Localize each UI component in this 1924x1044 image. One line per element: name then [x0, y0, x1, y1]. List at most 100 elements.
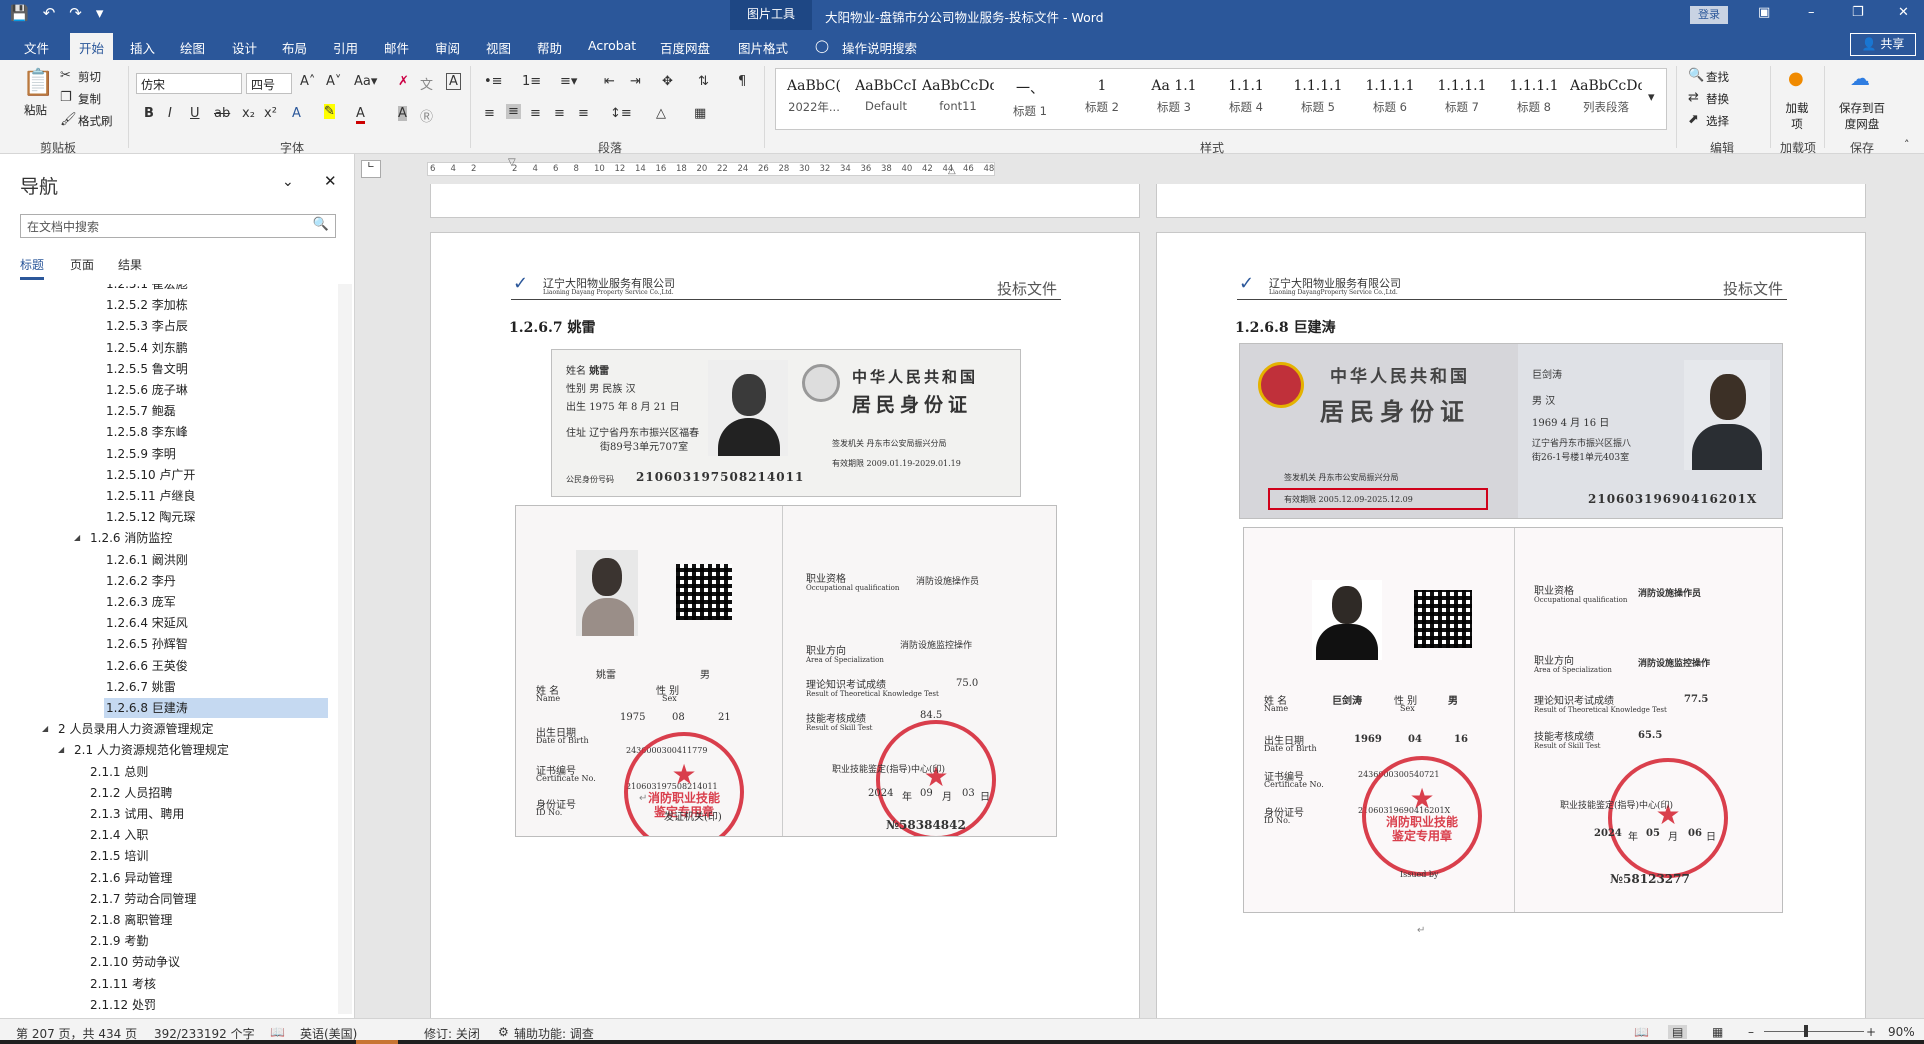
nav-heading-item[interactable]: 2.1 人力资源规范化管理规定: [72, 740, 229, 760]
style-item[interactable]: 1.1.1.1 标题 6: [1354, 69, 1426, 129]
nav-heading-item[interactable]: 2.1.5 培训: [88, 846, 148, 866]
text-effects-icon[interactable]: A: [292, 106, 301, 121]
strikethrough-icon[interactable]: ab: [214, 106, 230, 121]
replace-icon[interactable]: ⇄: [1688, 90, 1699, 105]
tab-mailings[interactable]: 邮件: [384, 38, 409, 57]
nav-heading-item[interactable]: 1.2.6.7 姚雷: [104, 677, 176, 697]
customize-qat-icon[interactable]: ▾: [96, 4, 104, 22]
web-layout-icon[interactable]: ▦: [1712, 1025, 1723, 1039]
proofing-icon[interactable]: 📖: [270, 1025, 285, 1039]
style-item[interactable]: 1.1.1 标题 4: [1210, 69, 1282, 129]
paste-button[interactable]: 粘贴: [24, 102, 47, 118]
collapse-ribbon-icon[interactable]: ˄: [1904, 138, 1910, 151]
undo-icon[interactable]: ↶: [43, 4, 56, 22]
nav-heading-item[interactable]: 1.2.5.11 卢继良: [104, 486, 195, 506]
font-name-combo[interactable]: 仿宋: [136, 73, 242, 94]
nav-heading-item[interactable]: 2.1.4 入职: [88, 825, 148, 845]
zoom-slider[interactable]: [1764, 1031, 1864, 1032]
enclose-char-icon[interactable]: Ⓡ: [420, 106, 433, 125]
collapse-triangle-icon[interactable]: ◢: [58, 745, 64, 754]
cut-icon[interactable]: ✂: [60, 68, 71, 83]
tab-view[interactable]: 视图: [486, 38, 511, 57]
nav-heading-item[interactable]: 2.1.6 异动管理: [88, 868, 172, 888]
zoom-out-icon[interactable]: –: [1748, 1025, 1754, 1039]
nav-heading-item[interactable]: 1.2.5.1 崔宏彪: [104, 284, 188, 294]
tell-me-search[interactable]: 操作说明搜索: [842, 38, 917, 57]
find-button[interactable]: 查找: [1706, 69, 1729, 85]
document-area[interactable]: ✓ 辽宁大阳物业服务有限公司 Liaoning Dayang Property …: [355, 184, 1924, 1018]
chinese-layout-icon[interactable]: ✥: [662, 74, 673, 89]
style-item[interactable]: 1 标题 2: [1066, 69, 1138, 129]
tab-baidu[interactable]: 百度网盘: [660, 38, 710, 57]
nav-scrollbar[interactable]: [338, 284, 352, 1014]
bold-icon[interactable]: B: [144, 106, 154, 121]
paste-icon[interactable]: 📋: [22, 68, 54, 98]
tab-home[interactable]: 开始: [70, 33, 114, 60]
nav-search-input[interactable]: 在文档中搜索 🔍: [20, 214, 336, 238]
nav-heading-item[interactable]: 1.2.5.7 鲍磊: [104, 401, 176, 421]
tab-selector-icon[interactable]: ∟: [361, 160, 381, 178]
nav-heading-item[interactable]: 1.2.5.5 鲁文明: [104, 359, 188, 379]
grow-font-icon[interactable]: A˄: [300, 74, 315, 89]
style-item[interactable]: AaBbCcI Default: [850, 69, 922, 129]
change-case-icon[interactable]: Aa▾: [354, 74, 377, 89]
nav-heading-item[interactable]: 2.1.2 人员招聘: [88, 783, 172, 803]
tab-file[interactable]: 文件: [24, 38, 49, 57]
replace-button[interactable]: 替换: [1706, 91, 1729, 107]
nav-heading-item[interactable]: 1.2.5.3 李占辰: [104, 316, 188, 336]
nav-heading-item[interactable]: 1.2.6.6 王英俊: [104, 656, 188, 676]
restore-icon[interactable]: ❐: [1852, 5, 1864, 20]
nav-heading-item[interactable]: 2.1.9 考勤: [88, 931, 148, 951]
addins-button[interactable]: 加载项: [1782, 100, 1812, 132]
nav-heading-item[interactable]: 2.1.7 劳动合同管理: [88, 889, 196, 909]
nav-heading-item[interactable]: 1.2.6.1 阚洪刚: [104, 550, 188, 570]
print-layout-icon[interactable]: ▤: [1668, 1025, 1688, 1039]
nav-heading-item[interactable]: 1.2.5.6 庞子琳: [104, 380, 188, 400]
tab-references[interactable]: 引用: [333, 38, 358, 57]
numbering-icon[interactable]: 1≡: [522, 74, 541, 89]
id-card-image[interactable]: 中华人民共和国 居民身份证 签发机关 丹东市公安局振兴分局 有效期限 2005.…: [1239, 343, 1783, 519]
horizontal-ruler[interactable]: 6 4 2 2 4 6 8 10 12 14 16 18 20 22 24 26 28 30 32 34 36 38 40 4…: [427, 157, 995, 176]
line-spacing-icon[interactable]: ↕≡: [610, 106, 632, 121]
close-window-icon[interactable]: ✕: [1898, 5, 1909, 20]
increase-indent-icon[interactable]: ⇥: [630, 74, 641, 89]
nav-heading-item[interactable]: 1.2.5.9 李明: [104, 444, 176, 464]
decrease-indent-icon[interactable]: ⇤: [604, 74, 615, 89]
style-item[interactable]: 一、 标题 1: [994, 69, 1066, 129]
nav-heading-item[interactable]: 1.2.5.12 陶元琛: [104, 507, 195, 527]
align-center-icon[interactable]: ≡: [506, 104, 521, 119]
align-left-icon[interactable]: ≡: [484, 106, 495, 121]
redo-icon[interactable]: ↷: [69, 4, 82, 22]
nav-heading-item[interactable]: 1.2.5.8 李东峰: [104, 422, 188, 442]
share-button[interactable]: 👤 共享: [1850, 33, 1916, 56]
nav-heading-item[interactable]: 2.1.1 总则: [88, 762, 148, 782]
superscript-icon[interactable]: x²: [264, 106, 277, 121]
subscript-icon[interactable]: x₂: [242, 106, 255, 121]
accessibility-icon[interactable]: ⚙: [498, 1025, 509, 1039]
nav-options-icon[interactable]: ⌄: [282, 174, 294, 190]
styles-more-icon[interactable]: ▾: [1648, 90, 1655, 105]
format-painter-button[interactable]: 格式刷: [78, 113, 113, 129]
tab-help[interactable]: 帮助: [537, 38, 562, 57]
clear-format-icon[interactable]: ✗: [398, 74, 409, 89]
nav-heading-item[interactable]: 2.1.3 试用、聘用: [88, 804, 184, 824]
tab-review[interactable]: 审阅: [435, 38, 460, 57]
sort-icon[interactable]: ⇅: [698, 74, 709, 89]
nav-heading-item[interactable]: 1.2.6.2 李丹: [104, 571, 176, 591]
multilevel-list-icon[interactable]: ≡▾: [560, 74, 577, 89]
certificate-image[interactable]: 姓 名 Name 巨剑涛 性 别 Sex 男 出生日期 Date of Birt…: [1243, 527, 1783, 913]
nav-heading-item[interactable]: 2.1.10 劳动争议: [88, 952, 180, 972]
font-color-icon[interactable]: A: [356, 106, 365, 124]
addins-icon[interactable]: ●: [1788, 68, 1804, 89]
nav-heading-item[interactable]: 1.2.6.5 孙辉智: [104, 634, 188, 654]
tab-layout[interactable]: 布局: [282, 38, 307, 57]
bullets-icon[interactable]: •≡: [484, 74, 503, 89]
nav-heading-item[interactable]: 2 人员录用人力资源管理规定: [56, 719, 213, 739]
id-card-image[interactable]: 姓名 姚雷 性别 男 民族 汉 出生 1975 年 8 月 21 日 住址 辽宁…: [551, 349, 1021, 497]
style-item[interactable]: Aa 1.1 标题 3: [1138, 69, 1210, 129]
style-item[interactable]: AaBbCcDdI 列表段落: [1570, 69, 1642, 129]
tab-picture-format[interactable]: 图片格式: [738, 38, 788, 57]
font-size-combo[interactable]: 四号: [246, 73, 292, 94]
distributed-icon[interactable]: ≡: [578, 106, 589, 121]
nav-heading-item[interactable]: 1.2.6.4 宋延风: [104, 613, 188, 633]
